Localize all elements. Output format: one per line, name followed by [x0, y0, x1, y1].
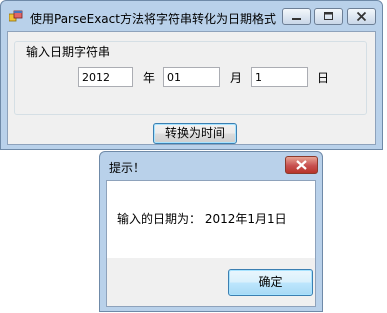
minimize-button[interactable] — [282, 8, 311, 25]
main-window: 使用ParseExact方法将字符串转化为日期格式 输入日期字符串 年 月 — [0, 0, 383, 150]
date-input-groupbox: 输入日期字符串 年 月 日 — [14, 41, 367, 115]
day-label: 日 — [317, 71, 330, 85]
year-label: 年 — [143, 71, 156, 85]
month-input[interactable] — [163, 67, 220, 87]
year-input[interactable] — [78, 67, 133, 87]
maximize-icon — [324, 12, 333, 20]
message-dialog: 提示！ 输入的日期为： 2012年1月1日 确定 — [99, 151, 323, 312]
close-icon — [356, 11, 367, 22]
dialog-message-area: 输入的日期为： 2012年1月1日 — [107, 181, 315, 258]
main-client-area: 输入日期字符串 年 月 日 转换为时间 — [7, 31, 376, 145]
group-label: 输入日期字符串 — [23, 43, 114, 60]
day-input[interactable] — [251, 67, 308, 87]
app-window-icon — [8, 10, 23, 23]
close-button[interactable] — [347, 8, 376, 25]
dialog-title: 提示！ — [109, 161, 146, 175]
month-label: 月 — [230, 71, 243, 85]
dialog-client-area: 输入的日期为： 2012年1月1日 确定 — [106, 180, 316, 307]
minimize-icon — [292, 18, 301, 20]
ok-button[interactable]: 确定 — [228, 269, 313, 296]
dialog-message: 输入的日期为： 2012年1月1日 — [117, 212, 287, 226]
convert-button[interactable]: 转换为时间 — [153, 123, 237, 144]
main-titlebar[interactable]: 使用ParseExact方法将字符串转化为日期格式 — [1, 1, 382, 31]
dialog-close-button[interactable] — [285, 156, 318, 174]
maximize-button[interactable] — [314, 8, 343, 25]
close-icon — [296, 160, 307, 170]
window-title: 使用ParseExact方法将字符串转化为日期格式 — [30, 12, 276, 26]
